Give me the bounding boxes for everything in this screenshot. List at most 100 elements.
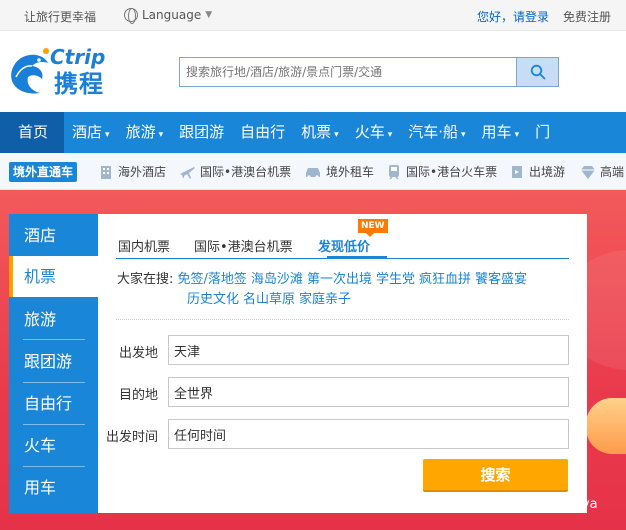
train-icon bbox=[389, 164, 399, 180]
nav-item-flights[interactable]: 机票 ▾ bbox=[293, 112, 347, 153]
subnav-item-intl-flights[interactable]: 国际•港澳台机票 bbox=[180, 163, 291, 180]
nav-label: 首页 bbox=[18, 123, 49, 141]
destination-field[interactable] bbox=[168, 377, 569, 407]
chevron-down-icon: ▾ bbox=[461, 130, 466, 140]
divider bbox=[116, 319, 569, 320]
nav-label: 机票 bbox=[301, 123, 332, 141]
hot-search-link[interactable]: 学生党 bbox=[376, 272, 415, 287]
nav-label: 火车 bbox=[354, 123, 385, 141]
language-selector[interactable]: Language ▼ bbox=[124, 8, 213, 24]
nav-label: 跟团游 bbox=[179, 123, 225, 141]
overseas-tag: 境外直通车 bbox=[9, 162, 78, 182]
sub-nav: 境外直通车 海外酒店 国际•港澳台机票 境外租车 国际•港台火车票 出境游 高端 bbox=[0, 153, 626, 190]
diamond-icon bbox=[581, 165, 595, 179]
chevron-down-icon: ▼ bbox=[205, 10, 213, 20]
departure-time-input[interactable] bbox=[169, 420, 568, 448]
site-search-field[interactable] bbox=[179, 57, 517, 87]
plane-icon bbox=[180, 166, 195, 179]
nav-label: 汽车·船 bbox=[408, 123, 459, 141]
hot-search-link[interactable]: 海岛沙滩 bbox=[251, 272, 303, 287]
subnav-item-overseas-hotel[interactable]: 海外酒店 bbox=[98, 163, 166, 180]
booking-category-sidebar: 酒店 机票 旅游 跟团游 自由行 火车 用车 bbox=[9, 214, 98, 513]
nav-item-free-travel[interactable]: 自由行 bbox=[232, 112, 293, 153]
chevron-down-icon: ▾ bbox=[334, 130, 339, 140]
nav-label: 旅游 bbox=[125, 123, 156, 141]
watermark: Cinova bbox=[530, 497, 598, 512]
booking-panel: 酒店 机票 旅游 跟团游 自由行 火车 用车 国内机票 国际•港澳台机票 发现低… bbox=[9, 214, 587, 513]
dolphin-logo-icon bbox=[11, 48, 49, 94]
slogan: 让旅行更幸福 bbox=[24, 10, 97, 24]
subnav-item-outbound[interactable]: 出境游 bbox=[509, 163, 565, 180]
login-link[interactable]: 您好，请登录 bbox=[477, 8, 549, 25]
tab-intl-flights[interactable]: 国际•港澳台机票 bbox=[194, 236, 293, 255]
departure-input[interactable] bbox=[169, 336, 568, 364]
hot-search-link[interactable]: 疯狂血拼 bbox=[419, 272, 471, 287]
chevron-down-icon: ▾ bbox=[387, 130, 393, 140]
chevron-down-icon: ▾ bbox=[105, 130, 110, 140]
nav-item-tickets[interactable]: 门 bbox=[527, 112, 558, 153]
sidebar-item-group-tour[interactable]: 跟团游 bbox=[9, 341, 98, 382]
departure-field[interactable] bbox=[168, 335, 569, 365]
nav-item-home[interactable]: 首页 bbox=[0, 112, 65, 153]
hot-search-link[interactable]: 名山草原 bbox=[243, 292, 295, 307]
watermark-text: Cinova bbox=[553, 497, 598, 512]
nav-label: 酒店 bbox=[72, 123, 103, 141]
site-header: Ctrip 携程 bbox=[0, 31, 626, 112]
car-icon bbox=[306, 167, 320, 179]
sidebar-item-train[interactable]: 火车 bbox=[9, 425, 98, 466]
departure-time-row: 出发时间 bbox=[99, 419, 569, 449]
hot-searches: 大家在搜: 免签/落地签 海岛沙滩 第一次出境 学生党 疯狂血拼 饕客盛宴 历史文化 名山草… bbox=[117, 270, 572, 310]
top-bar: 让旅行更幸福 Language ▼ 您好，请登录 免费注册 bbox=[0, 0, 626, 31]
hot-search-link[interactable]: 免签/落地签 bbox=[178, 272, 247, 287]
chat-bubble-icon bbox=[530, 497, 548, 511]
subnav-item-intl-train[interactable]: 国际•港台火车票 bbox=[386, 163, 497, 180]
nav-item-group-tour[interactable]: 跟团游 bbox=[171, 112, 232, 153]
tab-low-price[interactable]: 发现低价 bbox=[318, 236, 370, 255]
site-search-input[interactable] bbox=[180, 58, 516, 86]
destination-label: 目的地 bbox=[118, 388, 158, 403]
subnav-label: 境外租车 bbox=[326, 165, 375, 179]
active-tab-indicator bbox=[327, 256, 387, 259]
main-nav: 首页 酒店 ▾ 旅游 ▾ 跟团游 自由行 机票 ▾ 火车 ▾ 汽车·船 ▾ 用车 ▾ 门 bbox=[0, 112, 626, 153]
nav-item-travel[interactable]: 旅游 ▾ bbox=[118, 112, 172, 153]
ctrip-logo[interactable]: Ctrip 携程 bbox=[6, 45, 136, 98]
logo-text-cn: 携程 bbox=[54, 70, 104, 98]
hot-search-link[interactable]: 第一次出境 bbox=[307, 272, 372, 287]
globe-icon bbox=[124, 8, 138, 24]
departure-time-field[interactable] bbox=[168, 419, 569, 449]
hot-search-link[interactable]: 历史文化 bbox=[187, 292, 239, 307]
departure-row: 出发地 bbox=[99, 335, 569, 365]
sidebar-item-car[interactable]: 用车 bbox=[9, 467, 98, 508]
nav-label: 用车 bbox=[481, 123, 512, 141]
new-badge: NEW bbox=[358, 219, 388, 237]
chevron-down-icon: ▾ bbox=[158, 130, 164, 140]
sidebar-item-free-travel[interactable]: 自由行 bbox=[9, 383, 98, 424]
search-icon bbox=[530, 64, 545, 80]
hot-search-link[interactable]: 饕客盛宴 bbox=[475, 272, 527, 287]
chevron-down-icon: ▾ bbox=[514, 130, 520, 140]
destination-row: 目的地 bbox=[99, 377, 569, 407]
subnav-label: 出境游 bbox=[529, 165, 566, 179]
register-link[interactable]: 免费注册 bbox=[563, 8, 611, 25]
sidebar-item-flights[interactable]: 机票 bbox=[9, 256, 98, 297]
decorative-shape bbox=[586, 398, 626, 454]
site-search-button[interactable] bbox=[517, 57, 559, 87]
map-pin-icon bbox=[512, 165, 522, 178]
sidebar-item-travel[interactable]: 旅游 bbox=[9, 299, 98, 340]
divider bbox=[23, 339, 85, 340]
search-button[interactable]: 搜索 bbox=[423, 459, 568, 492]
subnav-label: 国际•港台火车票 bbox=[406, 165, 498, 179]
nav-item-hotel[interactable]: 酒店 ▾ bbox=[64, 112, 118, 153]
departure-label: 出发地 bbox=[118, 346, 158, 361]
hot-search-link[interactable]: 家庭亲子 bbox=[299, 292, 351, 307]
nav-item-car[interactable]: 用车 ▾ bbox=[474, 112, 528, 153]
departure-time-label: 出发时间 bbox=[105, 430, 158, 445]
sidebar-item-hotel[interactable]: 酒店 bbox=[9, 215, 98, 256]
nav-item-bus-ship[interactable]: 汽车·船 ▾ bbox=[400, 112, 473, 153]
destination-input[interactable] bbox=[169, 378, 568, 406]
subnav-item-car-rental[interactable]: 境外租车 bbox=[304, 163, 374, 180]
nav-label: 门 bbox=[535, 123, 551, 141]
subnav-item-luxury[interactable]: 高端 bbox=[580, 163, 624, 180]
nav-item-train[interactable]: 火车 ▾ bbox=[347, 112, 401, 153]
tab-domestic-flights[interactable]: 国内机票 bbox=[118, 236, 170, 255]
